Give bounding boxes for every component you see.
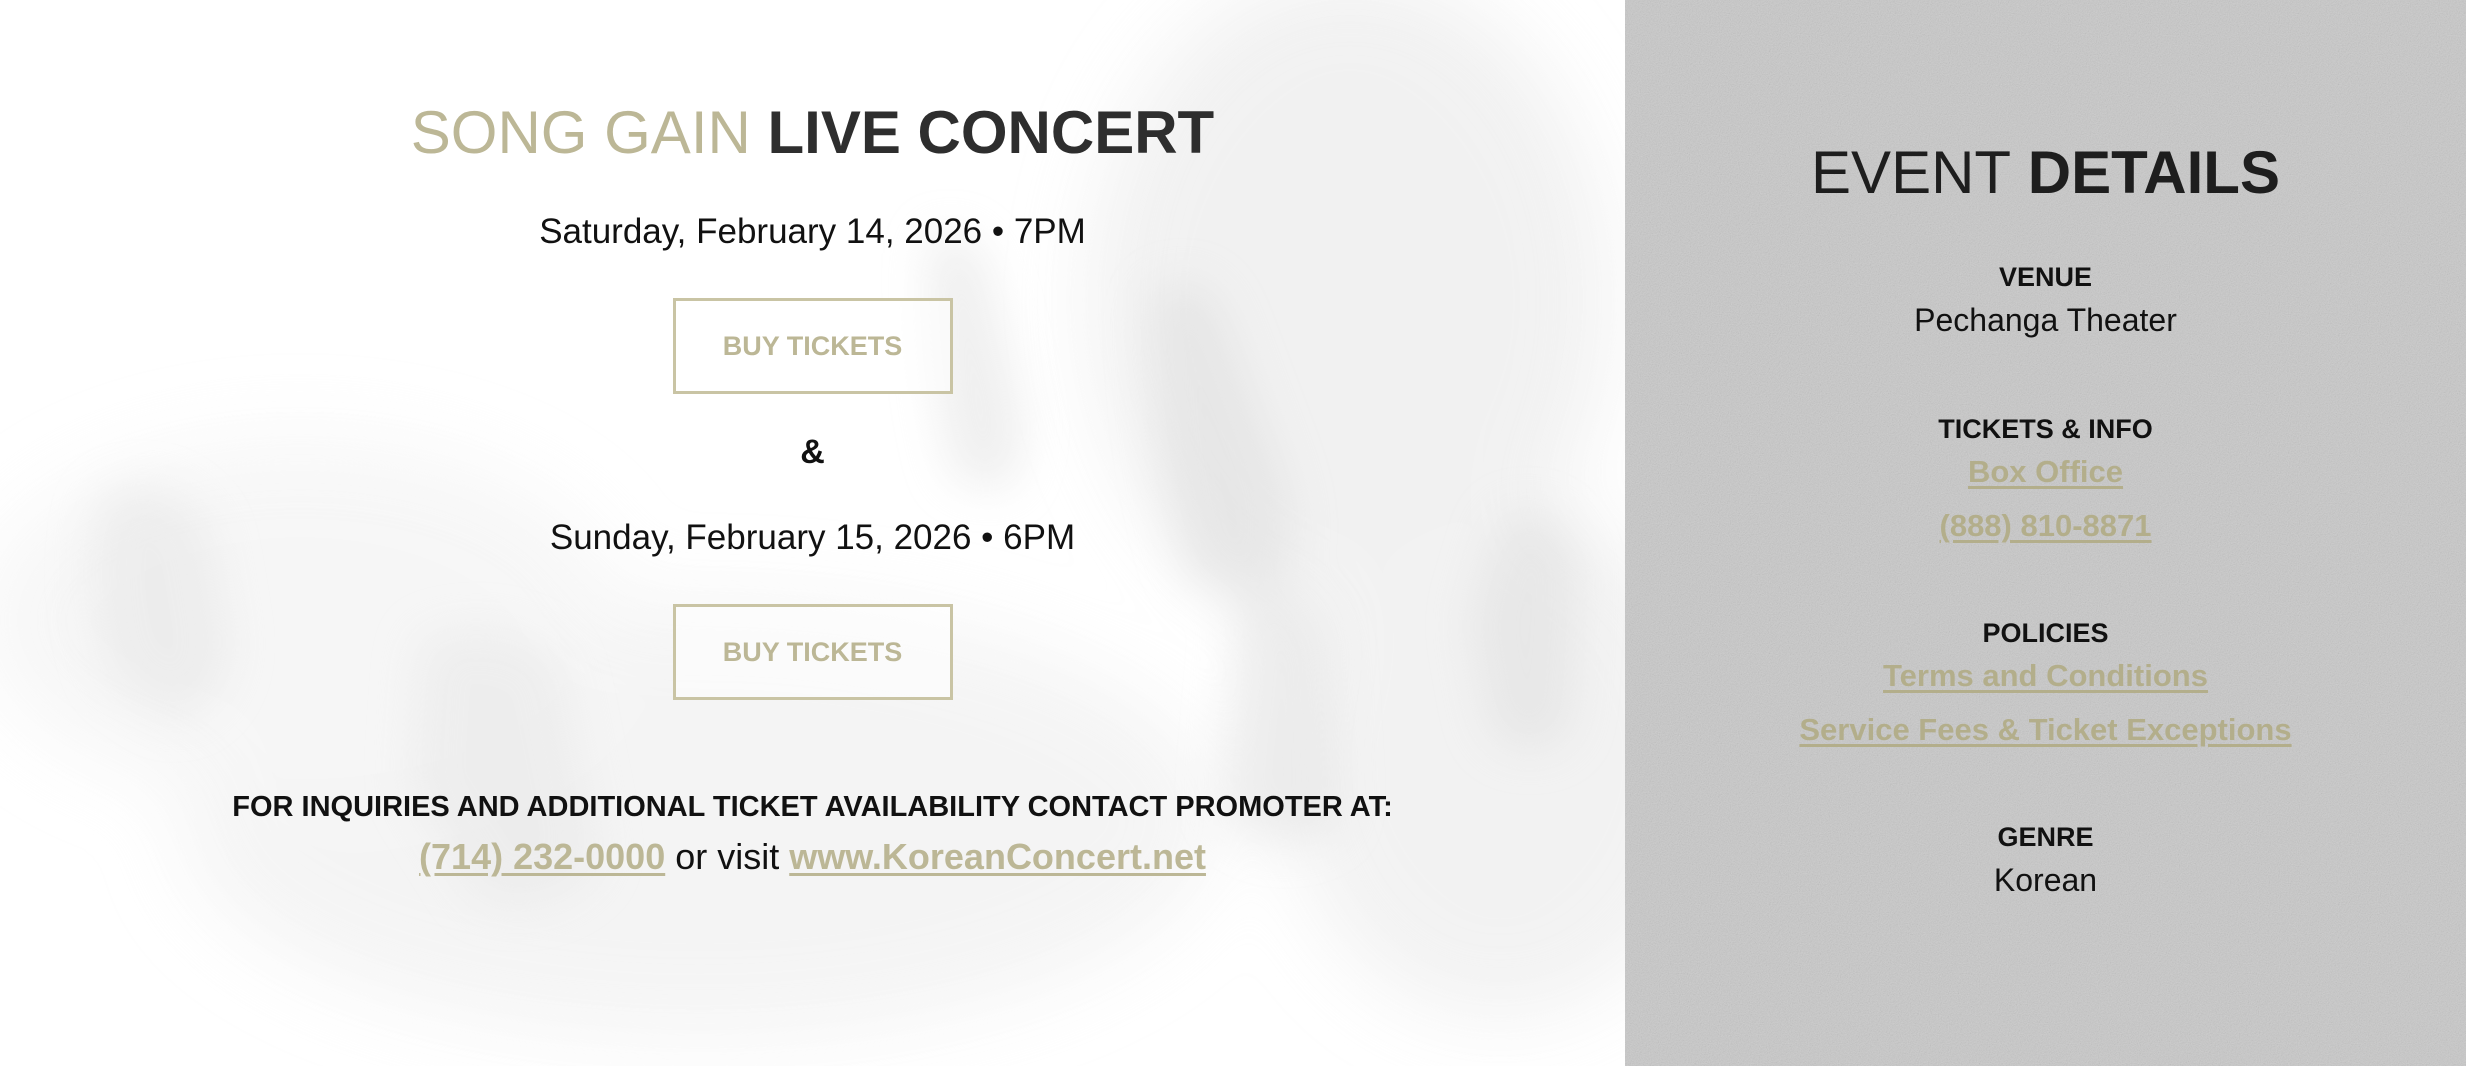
tickets-info-label: TICKETS & INFO bbox=[1938, 414, 2153, 444]
buy-tickets-button-1[interactable]: BUY TICKETS bbox=[672, 298, 953, 394]
buy-tickets-wrapper-1: BUY TICKETS bbox=[63, 298, 1563, 394]
promoter-phone-link[interactable]: (714) 232-0000 bbox=[419, 836, 665, 877]
inquiry-contact-line: (714) 232-0000 or visit www.KoreanConcer… bbox=[63, 835, 1563, 879]
service-fees-link[interactable]: Service Fees & Ticket Exceptions bbox=[1625, 710, 2466, 750]
buy-tickets-wrapper-2: BUY TICKETS bbox=[63, 604, 1563, 700]
event-title: SONG GAIN LIVE CONCERT bbox=[63, 0, 1563, 168]
buy-tickets-button-2[interactable]: BUY TICKETS bbox=[672, 604, 953, 700]
terms-conditions-link[interactable]: Terms and Conditions bbox=[1625, 656, 2466, 696]
event-main-content: SONG GAIN LIVE CONCERT Saturday, Februar… bbox=[63, 0, 1563, 879]
event-main-panel: SONG GAIN LIVE CONCERT Saturday, Februar… bbox=[0, 0, 1625, 1066]
venue-value: Pechanga Theater bbox=[1914, 302, 2177, 338]
venue-section: VENUE Pechanga Theater bbox=[1625, 260, 2466, 340]
event-details-panel: EVENT DETAILS VENUE Pechanga Theater TIC… bbox=[1625, 0, 2466, 1066]
show-date-2: Sunday, February 15, 2026 • 6PM bbox=[549, 518, 1076, 557]
box-office-link[interactable]: Box Office bbox=[1625, 452, 2466, 492]
show-separator: & bbox=[800, 433, 825, 471]
page: SONG GAIN LIVE CONCERT Saturday, Februar… bbox=[0, 0, 2466, 1066]
event-title-artist: SONG GAIN bbox=[410, 99, 751, 166]
inquiry-or-visit-text: or visit bbox=[665, 836, 790, 877]
policies-section: POLICIES Terms and Conditions Service Fe… bbox=[1625, 616, 2466, 750]
policies-label: POLICIES bbox=[1982, 618, 2109, 648]
details-title: EVENT DETAILS bbox=[1625, 0, 2466, 208]
genre-section: GENRE Korean bbox=[1625, 820, 2466, 900]
promoter-website-link[interactable]: www.KoreanConcert.net bbox=[789, 836, 1206, 877]
box-office-phone-link[interactable]: (888) 810-8871 bbox=[1625, 506, 2466, 546]
details-title-bold: DETAILS bbox=[2027, 139, 2280, 206]
event-title-type: LIVE CONCERT bbox=[767, 99, 1215, 166]
tickets-info-section: TICKETS & INFO Box Office (888) 810-8871 bbox=[1625, 412, 2466, 546]
inquiry-heading: FOR INQUIRIES AND ADDITIONAL TICKET AVAI… bbox=[232, 791, 1393, 823]
genre-label: GENRE bbox=[1997, 822, 2094, 852]
venue-label: VENUE bbox=[1998, 262, 2093, 292]
genre-value: Korean bbox=[1993, 862, 2098, 898]
show-date-1: Saturday, February 14, 2026 • 7PM bbox=[539, 212, 1086, 251]
details-title-light: EVENT bbox=[1811, 139, 2012, 206]
event-details-content: EVENT DETAILS VENUE Pechanga Theater TIC… bbox=[1625, 0, 2466, 900]
